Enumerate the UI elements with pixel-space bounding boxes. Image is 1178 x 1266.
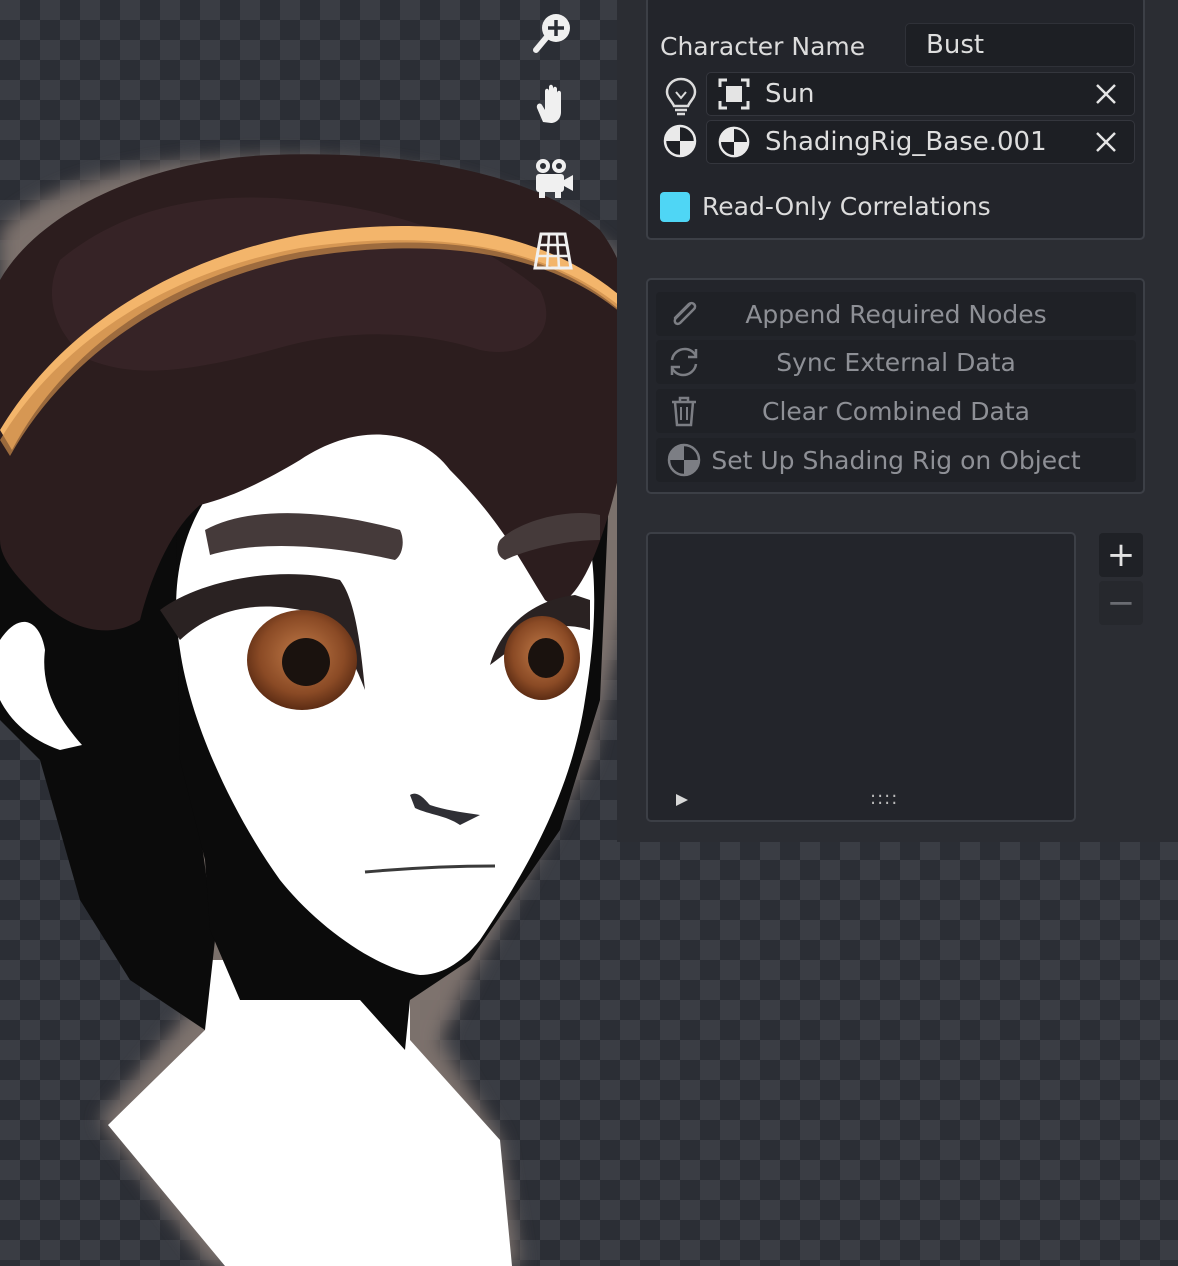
correlations-list[interactable]: :::: — [646, 532, 1076, 822]
clear-shading-rig-icon[interactable] — [1092, 128, 1120, 156]
trash-icon — [672, 396, 696, 427]
shading-rig-object-value: ShadingRig_Base.001 — [765, 127, 1047, 157]
hand-pan-icon — [536, 84, 561, 123]
character-settings-box: Character Name Bust Sun ShadingRig_Base.… — [646, 0, 1145, 240]
remove-list-item-button[interactable]: − — [1099, 581, 1143, 625]
add-list-item-button[interactable]: + — [1099, 533, 1143, 577]
append-required-nodes-button[interactable]: Append Required Nodes — [656, 292, 1136, 336]
camera-icon — [536, 159, 573, 198]
character-name-label: Character Name — [660, 32, 866, 61]
zoom-icon — [533, 14, 570, 53]
play-triangle-icon[interactable] — [674, 792, 690, 808]
light-object-icon — [718, 78, 750, 110]
read-only-correlations-label: Read-Only Correlations — [702, 192, 991, 221]
viewport-navigation-gizmo — [521, 0, 585, 290]
paperclip-icon — [673, 301, 697, 326]
read-only-correlations-checkbox[interactable] — [660, 192, 690, 222]
append-required-nodes-label: Append Required Nodes — [745, 299, 1047, 329]
properties-panel: Character Name Bust Sun ShadingRig_Base.… — [617, 0, 1178, 842]
light-bulb-icon — [665, 77, 697, 116]
clear-light-icon[interactable] — [1092, 80, 1120, 108]
set-up-shading-rig-button[interactable]: Set Up Shading Rig on Object — [656, 438, 1136, 482]
operators-box: Append Required Nodes Sync External Data… — [646, 278, 1145, 494]
shading-rig-object-icon — [718, 126, 750, 158]
shading-rig-icon — [663, 124, 697, 158]
sync-external-data-label: Sync External Data — [776, 347, 1016, 377]
perspective-grid-icon — [533, 232, 573, 270]
light-object-field[interactable]: Sun — [706, 72, 1135, 116]
shading-rig-icon — [667, 443, 701, 477]
shading-rig-object-field[interactable]: ShadingRig_Base.001 — [706, 120, 1135, 164]
list-resize-grip[interactable]: :::: — [870, 788, 898, 809]
character-name-value: Bust — [926, 30, 985, 60]
camera-view-button[interactable] — [521, 146, 585, 210]
clear-combined-data-label: Clear Combined Data — [762, 396, 1030, 426]
zoom-button[interactable] — [521, 0, 585, 64]
clear-combined-data-button[interactable]: Clear Combined Data — [656, 389, 1136, 433]
pan-button[interactable] — [521, 72, 585, 136]
character-name-field[interactable]: Bust — [905, 23, 1135, 67]
sync-icon — [670, 347, 698, 377]
perspective-toggle-button[interactable] — [521, 218, 585, 282]
sync-external-data-button[interactable]: Sync External Data — [656, 340, 1136, 384]
light-object-value: Sun — [765, 79, 815, 109]
set-up-shading-rig-label: Set Up Shading Rig on Object — [711, 445, 1081, 475]
